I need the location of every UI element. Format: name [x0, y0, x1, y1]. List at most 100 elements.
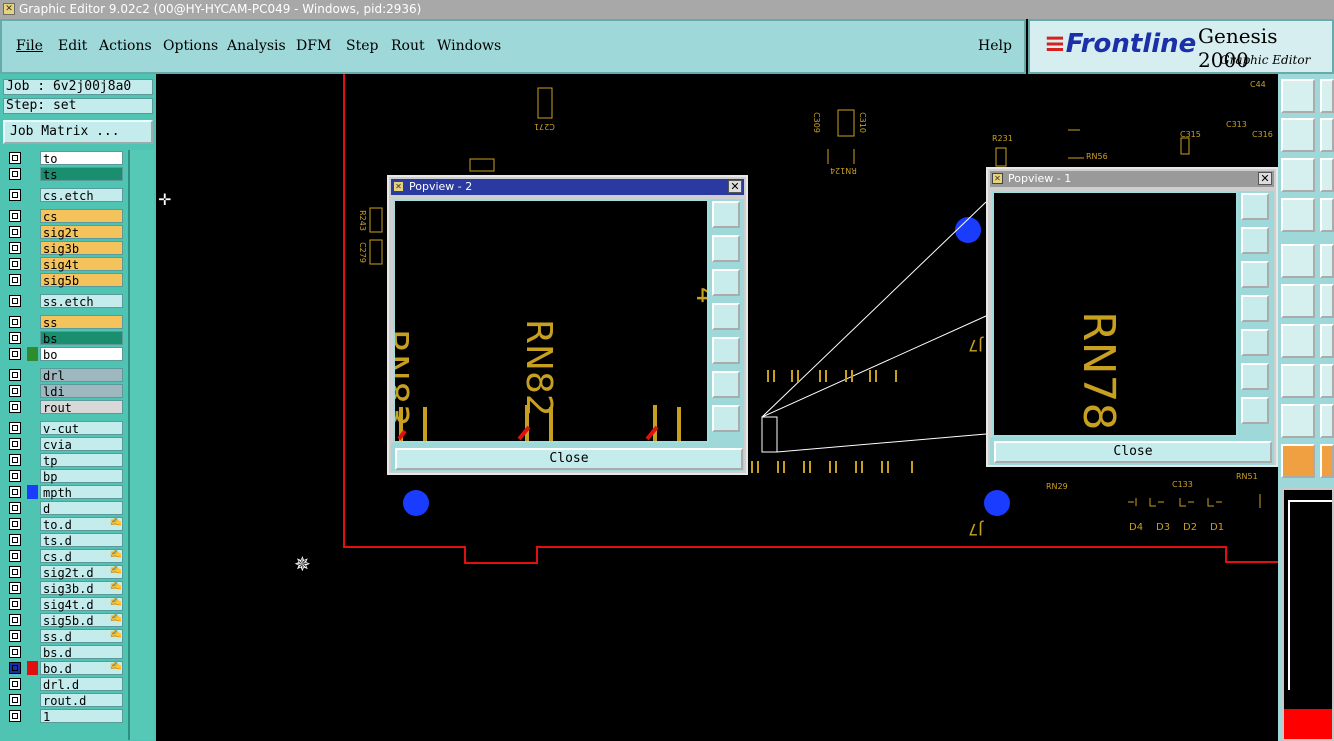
pan-up-icon[interactable] — [1241, 227, 1269, 254]
layer-checkbox[interactable] — [9, 454, 21, 466]
menu-dfm[interactable]: DFM — [296, 38, 331, 54]
layer-checkbox[interactable] — [9, 598, 21, 610]
menu-actions[interactable]: Actions — [99, 38, 152, 54]
layer-name[interactable]: 1 — [40, 709, 123, 724]
layer-checkbox[interactable] — [9, 438, 21, 450]
layer-name[interactable]: ldi — [40, 384, 123, 399]
popview-2-close-button[interactable]: Close — [395, 448, 743, 470]
layer-row[interactable]: v-cut — [4, 420, 128, 436]
fit-window-icon[interactable] — [1281, 158, 1315, 192]
layer-list-scrollbar[interactable] — [128, 150, 154, 740]
popview-1-view[interactable]: RN78 — [992, 191, 1238, 437]
layer-checkbox[interactable] — [9, 630, 21, 642]
zoom-home-icon[interactable] — [712, 201, 740, 228]
layer-row[interactable]: cs.d ✍ — [4, 548, 128, 564]
layer-checkbox[interactable] — [9, 226, 21, 238]
zoom-in-icon[interactable] — [1241, 363, 1269, 390]
select-feature-icon[interactable] — [1281, 244, 1315, 278]
layer-name[interactable]: ss.etch — [40, 294, 123, 309]
layer-checkbox[interactable] — [9, 518, 21, 530]
toolbar-tool-icon[interactable] — [1320, 244, 1334, 278]
window-left-icon[interactable] — [1281, 118, 1315, 152]
layer-name[interactable]: bs.d — [40, 645, 123, 660]
layer-checkbox[interactable] — [9, 662, 21, 674]
layer-row[interactable]: bo — [4, 346, 128, 362]
menu-options[interactable]: Options — [163, 38, 218, 54]
layer-row[interactable]: bp — [4, 468, 128, 484]
layer-name[interactable]: bo — [40, 347, 123, 362]
layer-checkbox[interactable] — [9, 210, 21, 222]
zoom-out-icon[interactable] — [1241, 397, 1269, 424]
window-up-icon[interactable] — [1281, 79, 1315, 113]
layer-row[interactable]: sig5b — [4, 272, 128, 288]
layer-row[interactable]: sig2t — [4, 224, 128, 240]
layer-checkbox[interactable] — [9, 694, 21, 706]
layer-row[interactable]: bo.d ✍ — [4, 660, 128, 676]
layer-checkbox[interactable] — [9, 274, 21, 286]
menu-windows[interactable]: Windows — [437, 38, 501, 54]
layer-name[interactable]: mpth — [40, 485, 123, 500]
pan-down-icon[interactable] — [712, 269, 740, 296]
popview-1-titlebar[interactable]: ✕ Popview - 1 ✕ — [990, 171, 1274, 187]
layer-checkbox[interactable] — [9, 678, 21, 690]
layer-name[interactable]: ss — [40, 315, 123, 330]
layer-name[interactable]: bs — [40, 331, 123, 346]
layer-row[interactable]: sig3b — [4, 240, 128, 256]
layer-checkbox[interactable] — [9, 369, 21, 381]
layer-checkbox[interactable] — [9, 566, 21, 578]
close-icon[interactable]: ✕ — [728, 180, 742, 193]
layer-name[interactable]: d — [40, 501, 123, 516]
menu-file[interactable]: File — [16, 38, 43, 54]
layer-row[interactable]: cvia — [4, 436, 128, 452]
layer-name[interactable]: tp — [40, 453, 123, 468]
layer-name[interactable]: drl — [40, 368, 123, 383]
layer-checkbox[interactable] — [9, 152, 21, 164]
layer-checkbox[interactable] — [9, 401, 21, 413]
layer-name[interactable]: v-cut — [40, 421, 123, 436]
layer-row[interactable]: rout.d — [4, 692, 128, 708]
layer-name[interactable]: cs.etch — [40, 188, 123, 203]
layer-row[interactable]: sig2t.d ✍ — [4, 564, 128, 580]
toolbar-tool-icon[interactable] — [1320, 118, 1334, 152]
layer-row[interactable]: rout — [4, 399, 128, 415]
pan-up-icon[interactable] — [712, 235, 740, 262]
layer-name[interactable]: to — [40, 151, 123, 166]
layer-checkbox[interactable] — [9, 258, 21, 270]
toolbar-tool-icon[interactable] — [1320, 324, 1334, 358]
layer-row[interactable]: bs — [4, 330, 128, 346]
layer-row[interactable]: ss.etch — [4, 293, 128, 309]
layer-row[interactable]: 1 — [4, 708, 128, 724]
net-connect-icon[interactable] — [1281, 284, 1315, 318]
layer-row[interactable]: ts.d — [4, 532, 128, 548]
overview-panel[interactable] — [1282, 488, 1334, 741]
layer-checkbox[interactable] — [9, 710, 21, 722]
layer-checkbox[interactable] — [9, 470, 21, 482]
layer-checkbox[interactable] — [9, 502, 21, 514]
toolbar-tool-icon[interactable] — [1320, 158, 1334, 192]
pointer-tool-icon[interactable] — [1281, 444, 1315, 478]
close-icon[interactable]: ✕ — [1258, 172, 1272, 185]
toolbar-tool-icon[interactable] — [1320, 444, 1334, 478]
layer-row[interactable]: cs.etch — [4, 187, 128, 203]
layer-name[interactable]: sig4t — [40, 257, 123, 272]
toolbar-tool-icon[interactable] — [1320, 198, 1334, 232]
layer-checkbox[interactable] — [9, 422, 21, 434]
layer-row[interactable]: ts — [4, 166, 128, 182]
layer-row[interactable]: drl.d — [4, 676, 128, 692]
layer-name[interactable]: bp — [40, 469, 123, 484]
menu-analysis[interactable]: Analysis — [227, 38, 286, 54]
layer-name[interactable]: rout.d — [40, 693, 123, 708]
pad-snap-icon[interactable] — [1281, 364, 1315, 398]
window-menu-icon[interactable]: ✕ — [992, 173, 1003, 184]
pan-left-icon[interactable] — [712, 303, 740, 330]
pan-left-icon[interactable] — [1241, 295, 1269, 322]
pan-down-icon[interactable] — [1241, 261, 1269, 288]
layer-checkbox[interactable] — [9, 534, 21, 546]
pan-right-icon[interactable] — [1241, 329, 1269, 356]
layer-row[interactable]: to — [4, 150, 128, 166]
layer-name[interactable]: cs — [40, 209, 123, 224]
layer-row[interactable]: drl — [4, 367, 128, 383]
layer-name[interactable]: ts — [40, 167, 123, 182]
popview-2-titlebar[interactable]: ✕ Popview - 2 ✕ — [391, 179, 744, 195]
layer-checkbox[interactable] — [9, 646, 21, 658]
